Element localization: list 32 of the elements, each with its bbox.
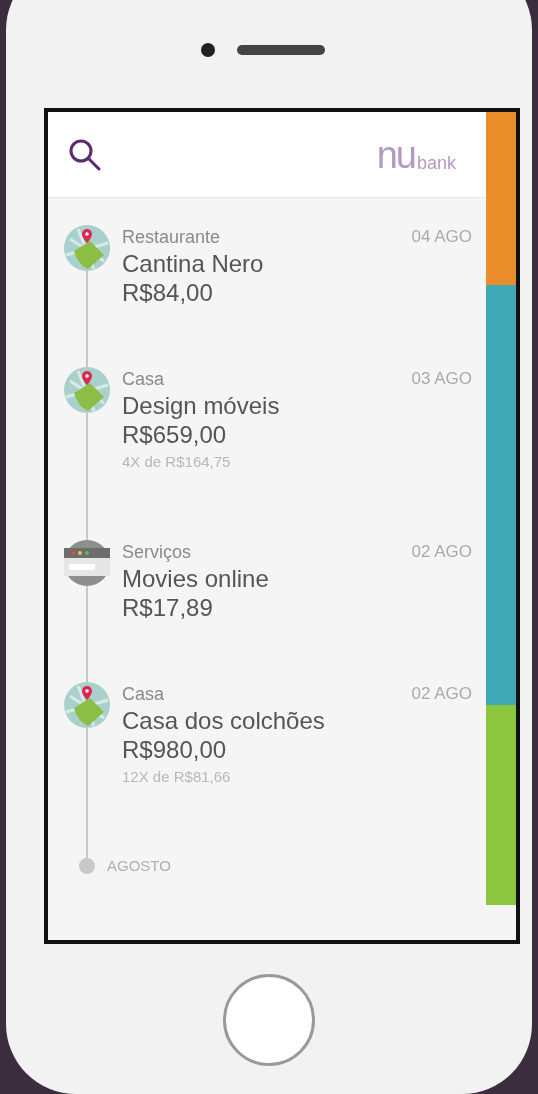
merchant-name: Casa dos colchões [122,706,326,735]
camera-icon [201,43,215,57]
merchant-name: Design móveis [122,391,281,420]
amount: R$980,00 [122,735,228,764]
month-label: AGOSTO [107,856,171,876]
speaker-icon [237,45,325,55]
amount: R$659,00 [122,420,228,449]
date-label: 02 AGO [411,541,472,563]
date-label: 04 AGO [411,226,472,248]
date-label: 02 AGO [411,683,472,705]
merchant-name: Cantina Nero [122,249,265,278]
transaction-item[interactable]: Restaurante 04 AGO Cantina Nero R$84,00 [48,225,486,367]
category-label: Serviços [122,541,192,564]
category-label: Restaurante [122,226,221,249]
transaction-item[interactable]: Casa 03 AGO Design móveis R$659,00 4X de R$164,75 [48,367,486,540]
category-label: Casa [122,683,165,706]
map-pin-icon [64,682,110,728]
installments-label: 4X de R$164,75 [122,452,232,472]
logo-mark: nu [376,135,415,174]
category-label: Casa [122,368,165,391]
transaction-item[interactable]: Casa 02 AGO Casa dos colchões R$980,00 12X de R$81,66 [48,682,486,855]
logo-word: bank [416,151,456,174]
map-pin-icon [64,225,110,271]
date-label: 03 AGO [411,368,472,390]
browser-icon [64,540,110,586]
map-pin-icon [64,367,110,413]
amount: R$17,89 [122,593,214,622]
amount: R$84,00 [122,278,214,307]
transaction-item[interactable]: Serviços 02 AGO Movies online R$17,89 [48,540,486,682]
installments-label: 12X de R$81,66 [122,767,232,787]
merchant-name: Movies online [122,564,270,593]
search-icon[interactable] [68,137,102,172]
